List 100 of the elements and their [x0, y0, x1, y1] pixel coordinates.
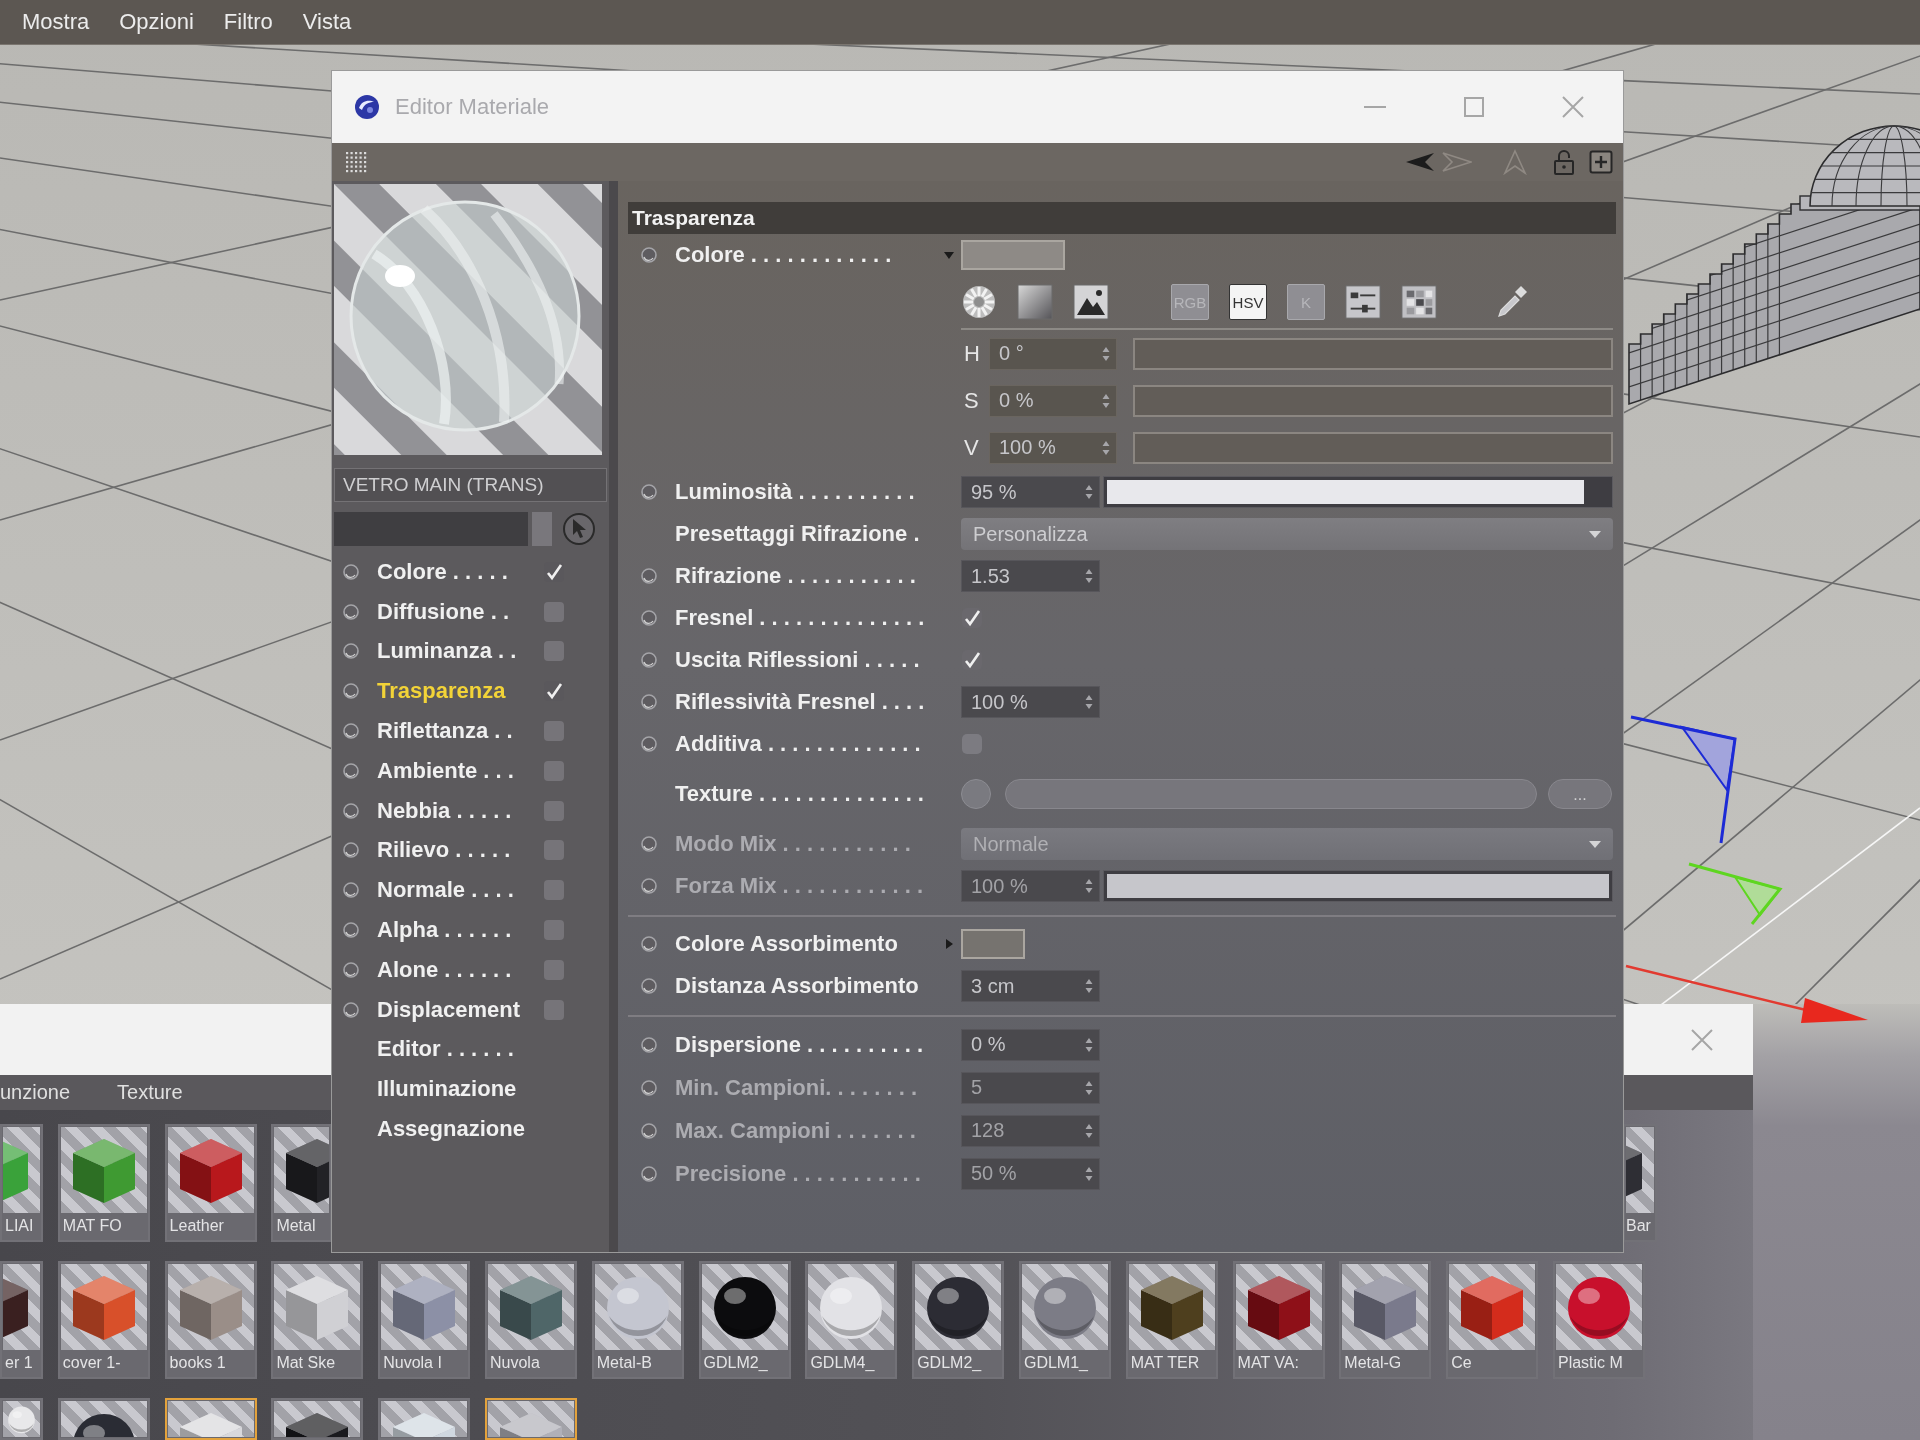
dropdown[interactable]: Personalizza	[961, 518, 1613, 550]
material-tile[interactable]	[57, 1398, 150, 1440]
menu-item[interactable]: Opzioni	[119, 9, 194, 35]
material-tile[interactable]: cover 1-	[57, 1261, 150, 1379]
circle-icon[interactable]	[640, 735, 658, 753]
circle-icon[interactable]	[342, 841, 360, 860]
material-tile[interactable]: Plastic M	[1552, 1261, 1645, 1379]
padlock-icon[interactable]	[1553, 148, 1575, 176]
channel-item[interactable]: Ambiente . . .	[334, 751, 607, 791]
circle-icon[interactable]	[640, 567, 658, 585]
checkbox[interactable]	[961, 733, 983, 755]
material-tile[interactable]: Metal	[271, 1124, 332, 1242]
menu-item[interactable]: unzione	[0, 1081, 71, 1104]
material-tile[interactable]: Metal-B	[591, 1261, 684, 1379]
number-field[interactable]: 95 %	[961, 476, 1100, 508]
spinner-icon[interactable]	[1085, 693, 1093, 711]
material-tile[interactable]: er 1	[0, 1261, 43, 1379]
number-field[interactable]: 100 %	[961, 686, 1100, 718]
checkbox[interactable]	[543, 759, 565, 782]
channel-item[interactable]: Luminanza . .	[334, 631, 607, 672]
channel-item[interactable]: Riflettanza . .	[334, 711, 607, 751]
circle-icon[interactable]	[342, 722, 360, 741]
slider-track[interactable]	[1133, 431, 1613, 464]
menu-item[interactable]: Texture	[117, 1081, 183, 1104]
color-mode-button[interactable]: HSV	[1229, 284, 1267, 320]
material-tile[interactable]: Leather	[164, 1124, 257, 1242]
number-field[interactable]: 3 cm	[961, 970, 1100, 1002]
circle-icon[interactable]	[342, 562, 360, 581]
channel-item[interactable]: Diffusione . .	[334, 591, 607, 632]
channel-item[interactable]: Assegnazione	[334, 1109, 607, 1149]
material-tile[interactable]	[378, 1398, 471, 1440]
number-field[interactable]: 0 %	[961, 1028, 1100, 1061]
channel-item[interactable]: Trasparenza	[334, 671, 607, 712]
material-tile[interactable]: Mat Ske	[271, 1261, 364, 1379]
material-tile[interactable]	[164, 1398, 257, 1440]
channel-item[interactable]: Alone . . . . . .	[334, 949, 607, 990]
plus-icon[interactable]	[1589, 150, 1613, 174]
circle-icon[interactable]	[640, 977, 658, 995]
circle-icon[interactable]	[640, 693, 658, 711]
circle-icon[interactable]	[640, 935, 658, 953]
circle-icon[interactable]	[342, 642, 360, 661]
circle-icon[interactable]	[342, 761, 360, 780]
checkbox[interactable]	[543, 640, 565, 663]
circle-icon[interactable]	[640, 246, 658, 264]
material-tile[interactable]: Nuvola I	[378, 1261, 471, 1379]
color-wheel-icon[interactable]	[961, 284, 997, 320]
channel-item[interactable]: Colore . . . . .	[334, 552, 607, 592]
material-tile[interactable]	[0, 1398, 43, 1440]
material-tile[interactable]: MAT TER	[1125, 1261, 1218, 1379]
channel-item[interactable]: Normale . . . .	[334, 870, 607, 911]
pointer-icon[interactable]	[561, 511, 597, 547]
material-tile[interactable]: GDLM2_	[698, 1261, 791, 1379]
texture-field[interactable]	[1005, 779, 1537, 809]
dot-grid-icon[interactable]	[344, 150, 368, 174]
circle-icon[interactable]	[342, 881, 360, 900]
gradient-icon[interactable]	[1017, 284, 1053, 320]
circle-icon[interactable]	[342, 682, 360, 701]
channel-item[interactable]: Editor . . . . . .	[334, 1029, 607, 1070]
material-tile[interactable]: GDLM2_	[912, 1261, 1005, 1379]
checkbox[interactable]	[543, 958, 565, 981]
material-tile[interactable]: Ce	[1446, 1261, 1539, 1379]
caret-icon[interactable]	[943, 938, 955, 950]
material-tile[interactable]	[271, 1398, 364, 1440]
circle-icon[interactable]	[342, 801, 360, 820]
material-tile[interactable]: GDLM4_	[805, 1261, 898, 1379]
input-field[interactable]	[334, 512, 528, 546]
circle-icon[interactable]	[342, 1000, 360, 1019]
resize-handle[interactable]	[532, 512, 552, 546]
circle-icon[interactable]	[640, 483, 658, 501]
number-field[interactable]: 1.53	[961, 560, 1100, 592]
color-swatch[interactable]	[961, 240, 1065, 270]
slider-track[interactable]	[1133, 384, 1613, 417]
number-field[interactable]: 0 %	[989, 384, 1117, 417]
number-field[interactable]: 100 %	[989, 431, 1117, 464]
material-tile[interactable]	[485, 1398, 577, 1440]
slider-track[interactable]	[1103, 476, 1613, 508]
circle-icon[interactable]	[342, 921, 360, 940]
menu-item[interactable]: Mostra	[22, 9, 90, 35]
menu-item[interactable]: Filtro	[223, 9, 273, 35]
image-icon[interactable]	[1073, 284, 1109, 320]
material-tile[interactable]: Bar	[1623, 1124, 1657, 1242]
material-tile[interactable]: Metal-G	[1339, 1261, 1432, 1379]
material-tile[interactable]: LIAI	[0, 1124, 43, 1242]
channel-item[interactable]: Alpha . . . . . .	[334, 910, 607, 950]
checkbox[interactable]	[543, 919, 565, 942]
spinner-icon[interactable]	[1085, 877, 1093, 895]
material-tile[interactable]: MAT FO	[57, 1124, 150, 1242]
checkbox[interactable]	[543, 998, 565, 1021]
sliders-icon[interactable]	[1345, 284, 1381, 320]
circle-icon[interactable]	[640, 1035, 658, 1054]
color-swatch[interactable]	[961, 929, 1025, 959]
circle-icon[interactable]	[640, 651, 658, 669]
checkbox[interactable]	[543, 799, 565, 822]
caret-icon[interactable]	[943, 249, 955, 261]
menu-item[interactable]: Vista	[302, 9, 352, 35]
slider-track[interactable]	[1133, 337, 1613, 370]
material-tile[interactable]: MAT VA:	[1232, 1261, 1325, 1379]
material-tile[interactable]: Nuvola	[485, 1261, 577, 1379]
number-field[interactable]: 0 °	[989, 337, 1117, 370]
circle-icon[interactable]	[640, 609, 658, 627]
